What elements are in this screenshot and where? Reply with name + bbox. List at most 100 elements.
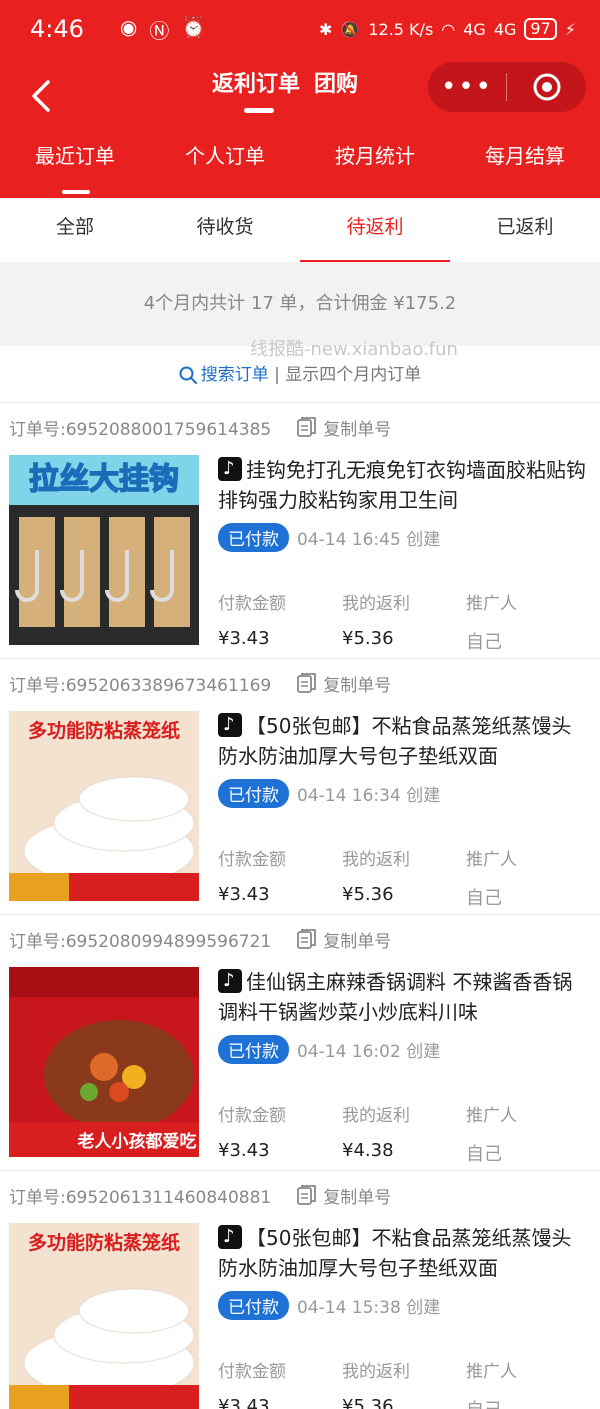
tab-monthly-settlement[interactable]: 每月结算 — [450, 140, 600, 169]
thumb-text: 拉丝大挂钩 — [29, 462, 179, 497]
created-time: 04-14 16:02 创建 — [297, 1042, 441, 1062]
pay-amount-value: ¥3.43 — [218, 628, 270, 649]
product-thumbnail[interactable]: 多功能防粘蒸笼纸 — [9, 711, 199, 901]
pay-amount-label: 付款金额 — [218, 1106, 286, 1126]
my-rebate: 我的返利 ¥5.36 — [342, 1357, 466, 1409]
search-hint: 显示四个月内订单 — [285, 365, 422, 385]
main-tab-indicator — [62, 190, 90, 194]
promoter-label: 推广人 — [466, 850, 517, 870]
watermark: 线报酷-new.xianbao.fun — [250, 339, 458, 360]
order-metrics: 付款金额 ¥3.43 我的返利 ¥5.36 推广人 自己 — [218, 1357, 590, 1409]
product-thumbnail[interactable]: 多功能防粘蒸笼纸 — [9, 1223, 199, 1409]
copy-order-button[interactable]: 复制单号 — [297, 927, 391, 952]
order-header: 订单号:6952063389673461169 复制单号 — [0, 659, 600, 707]
product-title-text: 挂钩免打孔无痕免钉衣钩墙面胶粘贴钩排钩强力胶粘钩家用卫生间 — [218, 458, 586, 512]
tab-personal-orders[interactable]: 个人订单 — [150, 140, 300, 169]
title-underline — [244, 108, 274, 113]
my-rebate-label: 我的返利 — [342, 1362, 410, 1382]
promoter-value: 自己 — [466, 632, 502, 653]
order-info: 【50张包邮】不粘食品蒸笼纸蒸馒头防水防油加厚大号包子垫纸双面 已付款 04-1… — [218, 711, 590, 909]
status-badge: 已付款 — [218, 523, 289, 552]
chevron-left-icon — [32, 80, 50, 112]
order-card: 订单号:6952088001759614385 复制单号 拉丝大挂钩 ♪ 挂钩免… — [0, 402, 600, 658]
promoter-value: 自己 — [466, 1144, 502, 1165]
product-title-text: 佳仙锅主麻辣香锅调料 不辣酱香香锅调料干锅酱炒菜小炒底料川味 — [218, 970, 573, 1024]
copy-order-button[interactable]: 复制单号 — [297, 671, 391, 696]
my-rebate-value: ¥4.38 — [342, 1140, 394, 1161]
subtab-pending-receipt[interactable]: 待收货 — [150, 198, 300, 260]
order-info: 挂钩免打孔无痕免钉衣钩墙面胶粘贴钩排钩强力胶粘钩家用卫生间 已付款 04-14 … — [218, 455, 590, 653]
product-thumbnail[interactable]: 老人小孩都爱吃 — [9, 967, 199, 1157]
copy-order-button[interactable]: 复制单号 — [297, 1183, 391, 1208]
my-rebate-value: ¥5.36 — [342, 628, 394, 649]
order-metrics: 付款金额 ¥3.43 我的返利 ¥5.36 推广人 自己 — [218, 589, 590, 654]
back-button[interactable] — [26, 76, 56, 116]
pay-amount-label: 付款金额 — [218, 850, 286, 870]
status-icons-right: ✱ 🔕 12.5 K/s ◠ 4G 4G 97 ⚡ — [319, 18, 576, 40]
my-rebate-value: ¥5.36 — [342, 884, 394, 905]
steamer-paper-image: 多功能防粘蒸笼纸 — [9, 711, 199, 901]
my-rebate-label: 我的返利 — [342, 1106, 410, 1126]
order-header: 订单号:6952080994899596721 复制单号 — [0, 915, 600, 963]
subtab-rebated[interactable]: 已返利 — [450, 198, 600, 260]
nfc-icon: Ⓝ — [149, 18, 170, 43]
copy-order-label: 复制单号 — [323, 419, 392, 440]
status-badge: 已付款 — [218, 1291, 289, 1320]
order-card: 订单号:6952080994899596721 复制单号 老人小孩都爱吃 ♪佳仙… — [0, 914, 600, 1170]
copy-order-button[interactable]: 复制单号 — [297, 415, 391, 440]
pay-amount-label: 付款金额 — [218, 1362, 286, 1382]
pay-amount-value: ¥3.43 — [218, 1140, 270, 1161]
thumb-text: 多功能防粘蒸笼纸 — [28, 1231, 180, 1254]
copy-icon — [297, 929, 317, 949]
thumb-text: 多功能防粘蒸笼纸 — [28, 719, 180, 742]
product-thumbnail[interactable]: 拉丝大挂钩 — [9, 455, 199, 645]
hook-product-image: 拉丝大挂钩 — [9, 455, 199, 645]
product-title[interactable]: 【50张包邮】不粘食品蒸笼纸蒸馒头防水防油加厚大号包子垫纸双面 — [218, 711, 590, 773]
pay-amount: 付款金额 ¥3.43 — [218, 845, 342, 910]
mini-program-capsule: ••• — [428, 62, 586, 112]
tiktok-icon — [218, 457, 242, 481]
copy-icon — [297, 417, 317, 437]
created-time: 04-14 16:45 创建 — [297, 530, 441, 550]
subtab-pending-rebate[interactable]: 待返利 — [300, 198, 450, 262]
order-number: 订单号:6952063389673461169 — [9, 675, 272, 696]
promoter: 推广人 自己 — [466, 845, 590, 910]
tab-monthly-stats[interactable]: 按月统计 — [300, 140, 450, 169]
product-title-text: 【50张包邮】不粘食品蒸笼纸蒸馒头防水防油加厚大号包子垫纸双面 — [218, 1226, 572, 1280]
created-time: 04-14 15:38 创建 — [297, 1298, 441, 1318]
my-rebate-label: 我的返利 — [342, 594, 410, 614]
close-mini-program-button[interactable] — [507, 71, 586, 103]
subtab-all[interactable]: 全部 — [0, 198, 150, 260]
main-tabs: 最近订单 个人订单 按月统计 每月结算 — [0, 140, 600, 194]
pay-amount-value: ¥3.43 — [218, 1396, 270, 1409]
product-title[interactable]: 佳仙锅主麻辣香锅调料 不辣酱香香锅调料干锅酱炒菜小炒底料川味 — [218, 967, 590, 1029]
page-title: 返利订单 团购 — [212, 66, 358, 113]
tab-recent-orders[interactable]: 最近订单 — [0, 140, 150, 169]
status-row: 已付款 04-14 16:02 创建 — [218, 1035, 590, 1064]
my-rebate: 我的返利 ¥4.38 — [342, 1101, 466, 1166]
promoter: 推广人 自己 — [466, 1357, 590, 1409]
order-card: 订单号:6952061311460840881 复制单号 多功能防粘蒸笼纸 ♪ … — [0, 1170, 600, 1409]
title-rebate-orders[interactable]: 返利订单 — [212, 66, 300, 98]
status-row: 已付款 04-14 16:34 创建 — [218, 779, 590, 808]
mute-icon: 🔕 — [340, 19, 361, 39]
product-title[interactable]: 挂钩免打孔无痕免钉衣钩墙面胶粘贴钩排钩强力胶粘钩家用卫生间 — [218, 455, 590, 517]
pay-amount: 付款金额 ¥3.43 — [218, 1101, 342, 1166]
search-orders-link[interactable]: 搜索订单 — [179, 365, 274, 385]
summary-bar: 4个月内共计 17 单，合计佣金 ¥175.2 — [0, 262, 600, 346]
promoter-label: 推广人 — [466, 594, 517, 614]
alarm-icon: ⏰ — [181, 14, 207, 39]
title-group-buy[interactable]: 团购 — [314, 66, 358, 98]
order-number: 订单号:6952061311460840881 — [9, 1187, 272, 1208]
status-badge: 已付款 — [218, 1035, 289, 1064]
bluetooth-icon: ✱ — [319, 19, 333, 39]
net-speed: 12.5 K/s — [368, 19, 434, 39]
search-orders-label: 搜索订单 — [200, 365, 269, 385]
product-title[interactable]: 【50张包邮】不粘食品蒸笼纸蒸馒头防水防油加厚大号包子垫纸双面 — [218, 1223, 590, 1285]
target-icon — [533, 73, 560, 101]
my-rebate-value: ¥5.36 — [342, 1396, 394, 1409]
my-rebate-label: 我的返利 — [342, 850, 410, 870]
header: 4:46 ◉ Ⓝ ⏰ ✱ 🔕 12.5 K/s ◠ 4G 4G 97 ⚡ 返利订… — [0, 0, 600, 198]
order-info: 【50张包邮】不粘食品蒸笼纸蒸馒头防水防油加厚大号包子垫纸双面 已付款 04-1… — [218, 1223, 590, 1409]
more-menu-icon[interactable]: ••• — [428, 72, 506, 102]
